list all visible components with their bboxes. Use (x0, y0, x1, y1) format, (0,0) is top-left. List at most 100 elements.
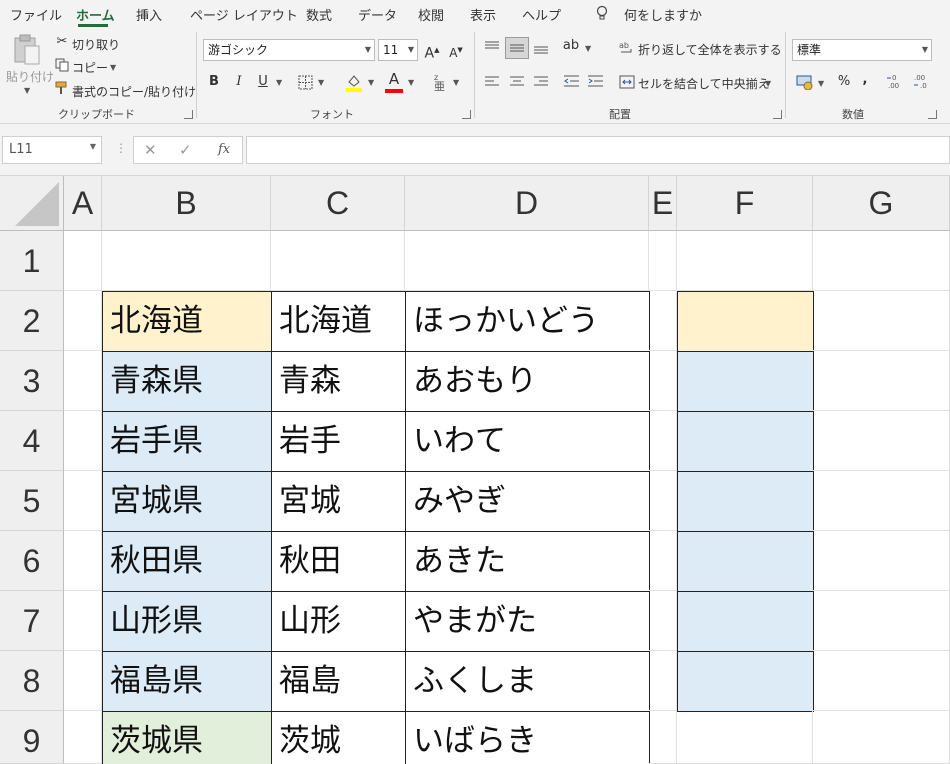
cell-c7[interactable]: 山形 (271, 591, 406, 652)
cell-c2[interactable]: 北海道 (271, 291, 406, 352)
cell-e4[interactable] (649, 411, 677, 471)
cell-a8[interactable] (64, 651, 102, 711)
paste-icon[interactable] (12, 34, 42, 66)
tab-formulas[interactable]: 数式 (306, 5, 332, 24)
number-format-dropdown[interactable]: 標準 ▼ (792, 39, 932, 61)
align-top-icon[interactable] (484, 40, 500, 54)
cell-b8[interactable]: 福島県 (102, 651, 272, 712)
cell-a3[interactable] (64, 351, 102, 411)
tab-review[interactable]: 校閲 (418, 5, 444, 24)
row-header-4[interactable]: 4 (0, 411, 64, 471)
name-box[interactable]: L11 ▼ (2, 136, 102, 164)
wrap-text-button[interactable]: 折り返して全体を表示する (638, 41, 782, 58)
cell-d4[interactable]: いわて (405, 411, 650, 472)
comma-style-button[interactable]: , (858, 70, 872, 90)
cell-e3[interactable] (649, 351, 677, 411)
percent-style-button[interactable]: % (836, 72, 852, 92)
cell-c3[interactable]: 青森 (271, 351, 406, 412)
row-header-6[interactable]: 6 (0, 531, 64, 591)
cell-c1[interactable] (271, 231, 405, 291)
row-header-8[interactable]: 8 (0, 651, 64, 711)
row-header-3[interactable]: 3 (0, 351, 64, 411)
cell-b9[interactable]: 茨城県 (102, 711, 272, 764)
cell-e6[interactable] (649, 531, 677, 591)
insert-function-icon[interactable]: fx (218, 142, 230, 157)
column-header-b[interactable]: B (102, 176, 271, 231)
tab-view[interactable]: 表示 (470, 5, 496, 24)
cell-d1[interactable] (405, 231, 649, 291)
cell-a1[interactable] (64, 231, 102, 291)
clipboard-dialog-launcher[interactable] (184, 110, 193, 119)
cell-e8[interactable] (649, 651, 677, 711)
cell-f6[interactable] (677, 531, 814, 592)
cell-b5[interactable]: 宮城県 (102, 471, 272, 532)
decrease-decimal-icon[interactable]: .00 .0 (912, 72, 932, 90)
cell-e9[interactable] (649, 711, 677, 764)
cell-f9[interactable] (677, 711, 813, 764)
font-dialog-launcher[interactable] (462, 110, 471, 119)
tab-page-layout[interactable]: ページ レイアウト (190, 5, 298, 24)
tell-me-search[interactable]: 何をしますか (624, 5, 702, 24)
cell-b1[interactable] (102, 231, 271, 291)
copy-button[interactable]: コピー (72, 59, 108, 76)
cell-b7[interactable]: 山形県 (102, 591, 272, 652)
cell-c9[interactable]: 茨城 (271, 711, 406, 764)
borders-icon[interactable] (298, 75, 313, 90)
cell-b4[interactable]: 岩手県 (102, 411, 272, 472)
tab-file[interactable]: ファイル (10, 5, 62, 24)
cell-f5[interactable] (677, 471, 814, 532)
cell-f4[interactable] (677, 411, 814, 472)
formula-input[interactable] (246, 136, 950, 164)
cell-f2[interactable] (677, 291, 814, 352)
cell-f1[interactable] (677, 231, 813, 291)
cell-a9[interactable] (64, 711, 102, 764)
cell-g3[interactable] (813, 351, 950, 411)
cell-a4[interactable] (64, 411, 102, 471)
cell-g7[interactable] (813, 591, 950, 651)
more-options-icon[interactable]: ⋮ (115, 141, 127, 155)
cell-g9[interactable] (813, 711, 950, 764)
orientation-icon[interactable]: ab (562, 36, 580, 56)
cell-a5[interactable] (64, 471, 102, 531)
copy-dropdown-caret[interactable]: ▼ (110, 63, 116, 72)
cell-e7[interactable] (649, 591, 677, 651)
cell-b6[interactable]: 秋田県 (102, 531, 272, 592)
phonetic-guide-icon[interactable]: z 亜 (432, 72, 446, 92)
decrease-indent-icon[interactable] (563, 74, 580, 89)
fill-color-icon[interactable] (345, 72, 363, 92)
cell-g1[interactable] (813, 231, 950, 291)
cell-d8[interactable]: ふくしま (405, 651, 650, 712)
cell-a7[interactable] (64, 591, 102, 651)
font-color-button[interactable]: A (385, 69, 403, 89)
cell-e2[interactable] (649, 291, 677, 351)
column-header-e[interactable]: E (649, 176, 677, 231)
tab-data[interactable]: データ (358, 5, 397, 24)
decrease-font-size-icon[interactable]: A▼ (447, 40, 465, 63)
increase-decimal-icon[interactable]: 0 .00 (886, 72, 906, 90)
orientation-dropdown-caret[interactable]: ▼ (585, 44, 591, 53)
cell-g2[interactable] (813, 291, 950, 351)
align-center-icon[interactable] (509, 75, 525, 89)
cell-c6[interactable]: 秋田 (271, 531, 406, 592)
cell-f3[interactable] (677, 351, 814, 412)
column-header-c[interactable]: C (271, 176, 405, 231)
cell-d5[interactable]: みやぎ (405, 471, 650, 532)
cancel-icon[interactable]: ✕ (144, 141, 157, 159)
borders-dropdown-caret[interactable]: ▼ (318, 78, 324, 87)
enter-icon[interactable]: ✓ (179, 141, 192, 159)
cell-f8[interactable] (677, 651, 814, 712)
cell-b2[interactable]: 北海道 (102, 291, 272, 352)
tab-help[interactable]: ヘルプ (522, 5, 561, 24)
font-size-dropdown[interactable]: 11 ▼ (378, 39, 418, 61)
cell-c4[interactable]: 岩手 (271, 411, 406, 472)
cell-d7[interactable]: やまがた (405, 591, 650, 652)
currency-format-icon[interactable] (796, 74, 814, 90)
cell-g4[interactable] (813, 411, 950, 471)
merge-center-dropdown-caret[interactable]: ▼ (765, 79, 771, 88)
column-header-f[interactable]: F (677, 176, 813, 231)
cell-d6[interactable]: あきた (405, 531, 650, 592)
currency-dropdown-caret[interactable]: ▼ (818, 79, 824, 88)
cell-d9[interactable]: いばらき (405, 711, 650, 764)
column-header-a[interactable]: A (64, 176, 102, 231)
column-header-d[interactable]: D (405, 176, 649, 231)
